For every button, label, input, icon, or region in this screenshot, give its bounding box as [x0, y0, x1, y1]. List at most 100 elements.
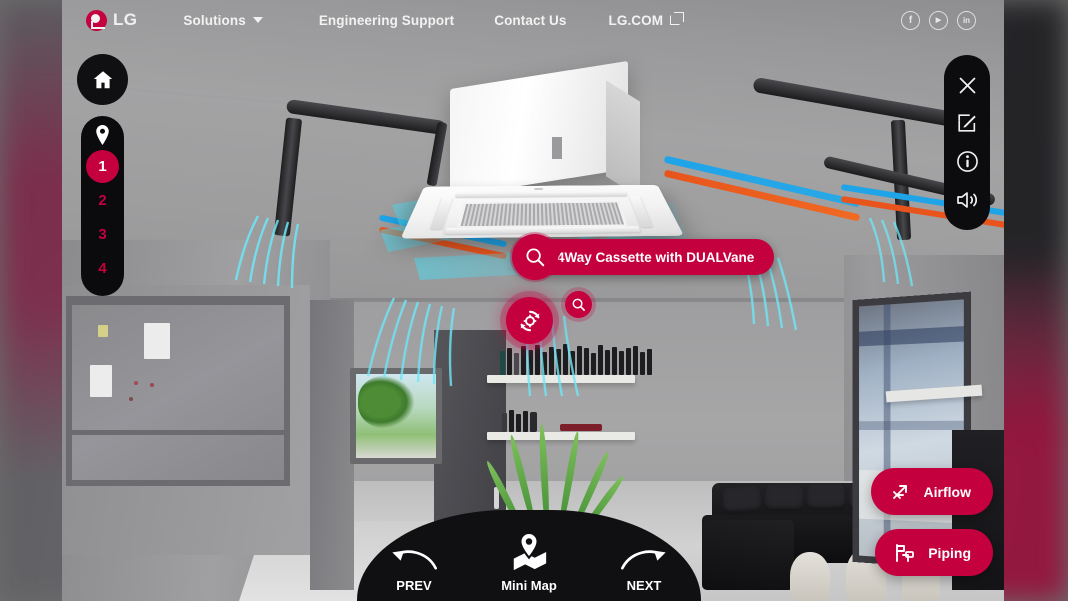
- sticky-note: [144, 323, 170, 359]
- main-navigation: Solutions Engineering Support Contact Us…: [183, 12, 685, 28]
- lg-logo[interactable]: LG: [86, 9, 138, 31]
- shelf-object-box: [560, 424, 602, 431]
- door-jamb: [310, 300, 354, 590]
- piping-button[interactable]: Piping: [875, 529, 993, 576]
- prev-label: PREV: [396, 578, 432, 593]
- ac-vane-bottom: [444, 226, 641, 235]
- ac-vane-left: [430, 197, 453, 230]
- rotate-360-icon: [520, 310, 539, 331]
- next-label: NEXT: [626, 578, 662, 593]
- arrow-left-icon: [392, 550, 437, 570]
- lg-logo-icon: [86, 9, 107, 31]
- sofa-cushion: [764, 485, 804, 511]
- scene-number-label: 4: [98, 260, 107, 277]
- close-button[interactable]: [952, 70, 982, 100]
- facebook-glyph: f: [908, 14, 913, 26]
- sound-button[interactable]: [952, 185, 982, 215]
- wall-shelf-upper: [487, 375, 635, 383]
- airflow-icon: [892, 484, 907, 499]
- outdoor-foliage: [358, 376, 414, 428]
- social-links: f ▶ in: [901, 10, 976, 30]
- scene-button-4[interactable]: 4: [86, 252, 119, 285]
- nav-item-engineering-support[interactable]: Engineering Support: [319, 13, 454, 28]
- mirror-reflection-band: [859, 420, 964, 431]
- ac-face-panel: [400, 184, 684, 239]
- youtube-icon[interactable]: ▶: [929, 10, 948, 30]
- home-button[interactable]: [77, 54, 128, 105]
- pin-dot: [150, 383, 154, 387]
- mini-map-label: Mini Map: [501, 578, 557, 593]
- ac-intake-grille: [456, 201, 628, 228]
- scene-number-label: 1: [98, 158, 107, 175]
- linkedin-glyph: in: [962, 15, 971, 25]
- home-icon: [93, 70, 112, 88]
- bottom-navigation-bar: PREV Mini Map NEXT: [357, 510, 701, 601]
- sound-icon: [957, 192, 978, 208]
- sofa-chaise: [702, 520, 794, 590]
- info-icon: [956, 151, 978, 173]
- chevron-down-icon: [252, 17, 263, 23]
- nav-label: LG.COM: [608, 12, 664, 28]
- ac-body: [450, 60, 628, 198]
- airflow-button[interactable]: Airflow: [870, 468, 993, 515]
- search-hotspot[interactable]: [565, 291, 592, 318]
- tool-rail: [944, 55, 990, 230]
- sticky-note: [98, 325, 108, 337]
- close-icon: [959, 77, 975, 93]
- dining-chair: [790, 552, 830, 601]
- scene-button-3[interactable]: 3: [86, 218, 119, 251]
- top-header: LG Solutions Engineering Support Contact…: [0, 0, 1068, 40]
- ac-drain-stem: [552, 137, 562, 159]
- wall-shelf-lower: [487, 432, 635, 440]
- linkedin-icon[interactable]: in: [957, 10, 976, 30]
- info-button[interactable]: [952, 147, 982, 177]
- magnifier-icon: [526, 248, 545, 267]
- mirror-reflection-band: [859, 326, 964, 347]
- magnifier-icon: [572, 298, 585, 311]
- youtube-glyph: ▶: [935, 17, 942, 24]
- facebook-icon[interactable]: f: [901, 10, 920, 30]
- vr-experience-app: LG Solutions Engineering Support Contact…: [0, 0, 1068, 601]
- book-row-upper: [500, 344, 652, 375]
- sofa-cushion: [721, 485, 763, 515]
- next-button[interactable]: NEXT: [605, 546, 683, 593]
- nav-item-lg-com[interactable]: LG.COM: [608, 12, 685, 28]
- piping-icon: [896, 543, 915, 562]
- map-pin-icon: [513, 532, 547, 571]
- airflow-label: Airflow: [923, 483, 971, 500]
- scene-selector: 1 2 3 4: [81, 116, 124, 296]
- edit-button[interactable]: [952, 108, 982, 138]
- sofa-cushion: [806, 484, 846, 510]
- scene-button-1[interactable]: 1: [86, 150, 119, 183]
- ac-indicator: [533, 188, 544, 190]
- location-pin-icon: [96, 125, 109, 145]
- external-link-icon: [670, 12, 685, 25]
- nav-label: Solutions: [183, 12, 246, 28]
- arrow-right-icon: [621, 550, 666, 570]
- hotspot-magnifier-badge: [512, 234, 558, 280]
- rotate-360-hotspot[interactable]: [506, 297, 553, 344]
- scene-number-label: 3: [98, 226, 107, 243]
- piping-label: Piping: [928, 544, 971, 561]
- lg-wordmark: LG: [113, 10, 138, 29]
- nav-item-contact-us[interactable]: Contact Us: [494, 13, 566, 28]
- ceiling-cassette-ac-unit[interactable]: [392, 60, 692, 245]
- hotspot-label-cassette[interactable]: 4Way Cassette with DUALVane: [512, 234, 775, 280]
- mini-map-button[interactable]: Mini Map: [490, 532, 568, 593]
- sticky-note: [90, 365, 112, 397]
- nav-label: Engineering Support: [318, 12, 455, 28]
- glass-partition-window: [66, 296, 290, 486]
- ac-vane-top: [455, 191, 628, 198]
- nav-label: Contact Us: [494, 12, 567, 28]
- shelf-object-bottle: [530, 412, 537, 432]
- nav-item-solutions[interactable]: Solutions: [183, 12, 263, 28]
- ac-body-side: [606, 80, 640, 198]
- pin-dot: [129, 397, 133, 401]
- scene-button-2[interactable]: 2: [86, 184, 119, 217]
- scene-number-label: 2: [98, 192, 107, 209]
- edit-icon: [958, 114, 976, 132]
- ac-vane-right: [629, 196, 653, 228]
- hotspot-label-text: 4Way Cassette with DUALVane: [557, 249, 755, 265]
- prev-button[interactable]: PREV: [375, 546, 453, 593]
- pin-dot: [134, 381, 138, 385]
